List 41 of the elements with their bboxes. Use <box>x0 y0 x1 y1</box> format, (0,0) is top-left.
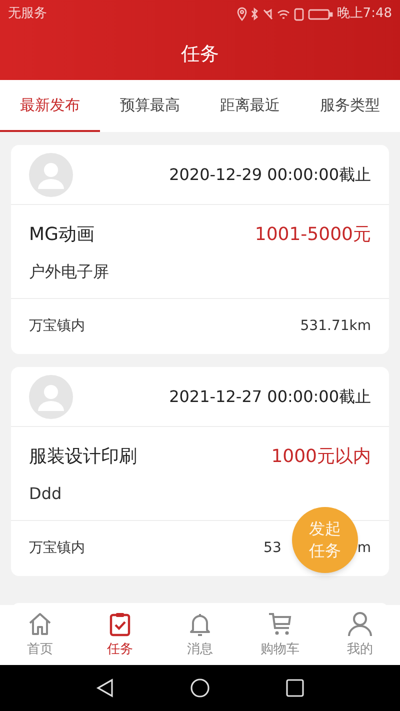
status-time: 晚上7:48 <box>336 5 392 24</box>
task-name: MG动画 <box>29 223 94 247</box>
task-name: 服装设计印刷 <box>29 445 137 469</box>
back-icon[interactable] <box>96 678 114 698</box>
recent-apps-icon[interactable] <box>286 679 304 697</box>
distance-label: 53 <box>264 539 282 558</box>
cart-icon <box>267 610 293 637</box>
distance-unit: m <box>357 539 371 558</box>
wifi-icon <box>276 7 290 21</box>
nav-tab[interactable]: 我的 <box>320 605 400 665</box>
battery-icon <box>308 7 333 21</box>
home-circle-icon[interactable] <box>190 678 210 698</box>
user-icon <box>347 610 373 637</box>
carrier-label: 无服务 <box>8 5 47 24</box>
filter-tab[interactable]: 最新发布 <box>0 80 100 132</box>
location-icon <box>236 7 247 21</box>
budget-label: 1000元以内 <box>271 445 371 469</box>
sim-icon <box>294 7 304 21</box>
clipboard-check-icon <box>107 610 133 637</box>
location-label: 万宝镇内 <box>29 539 85 558</box>
bluetooth-icon <box>250 7 259 21</box>
distance-label: 531.71km <box>300 317 371 336</box>
avatar-icon <box>29 152 73 196</box>
category-label: Ddd <box>29 483 62 505</box>
home-icon <box>27 610 53 637</box>
filter-tab[interactable]: 距离最近 <box>200 80 300 132</box>
mute-icon <box>262 7 273 21</box>
nav-tab[interactable]: 购物车 <box>240 605 320 665</box>
page-title: 任务 <box>181 42 219 67</box>
avatar-icon <box>29 374 73 418</box>
nav-tab[interactable]: 消息 <box>160 605 240 665</box>
task-card[interactable]: 2020-12-29 00:00:00截止 MG动画 1001-5000元 户外电子屏 万宝镇内 531.71km <box>11 145 389 354</box>
location-label: 万宝镇内 <box>29 317 85 336</box>
category-label: 户外电子屏 <box>29 261 109 283</box>
nav-tab[interactable]: 首页 <box>0 605 80 665</box>
deadline-label: 2020-12-29 00:00:00截止 <box>169 164 371 186</box>
budget-label: 1001-5000元 <box>254 223 371 247</box>
filter-tab[interactable]: 预算最高 <box>100 80 200 132</box>
nav-tab[interactable]: 任务 <box>80 605 160 665</box>
filter-tab[interactable]: 服务类型 <box>300 80 400 132</box>
deadline-label: 2021-12-27 00:00:00截止 <box>169 386 371 408</box>
